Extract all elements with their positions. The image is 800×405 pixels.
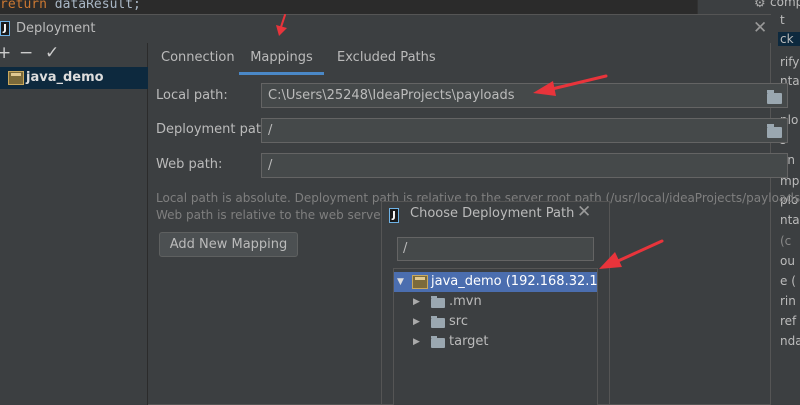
local-path-field[interactable]: C:\Users\25248\IdeaProjects\payloads [261,83,788,108]
tree-node[interactable]: ▶ target [394,332,597,352]
code-keyword: return [0,0,47,12]
tree-node[interactable]: ▶ .mvn [394,292,597,312]
sftp-server-icon [8,71,24,85]
tree-node-label: java_demo (192.168.32.130/u [431,274,598,289]
gear-icon[interactable]: ⚙ [754,0,766,11]
tree-node-label: .mvn [449,294,482,309]
tree-node[interactable]: ▶ src [394,312,597,332]
path-input[interactable]: / [397,237,594,261]
add-new-mapping-button[interactable]: Add New Mapping [159,232,298,257]
add-server-button[interactable]: + [0,43,11,63]
panel-fragment: nta [780,213,800,227]
code-editor[interactable]: return dataResult; [0,0,697,14]
tab-connection[interactable]: Connection [161,43,235,75]
tree-node-label: target [449,334,489,349]
tree-node-label: src [449,314,468,329]
web-path-field[interactable]: / [261,153,788,178]
remote-folder-tree: ▼ java_demo (192.168.32.130/u ▶ .mvn ▶ s… [393,268,598,405]
panel-fragment: ou [780,254,795,268]
dialog-title: Choose Deployment Path [410,206,575,221]
local-path-label: Local path: [156,88,228,103]
deployment-path-field[interactable]: / [261,118,788,143]
dialog-title-bar[interactable]: J Deployment ✕ [0,15,771,43]
intellij-app-icon: J [0,21,10,36]
code-line: return dataResult; [0,0,141,12]
panel-fragment: ck [778,32,800,46]
code-text: dataResult; [46,0,141,12]
deployment-path-label: Deployment path: [156,122,274,137]
panel-fragment: t [780,13,785,27]
apply-button[interactable]: ✓ [45,43,59,63]
remove-server-button[interactable]: − [19,43,33,63]
server-name: java_demo [26,70,104,85]
chevron-right-icon[interactable]: ▶ [413,312,420,332]
panel-fragment: e ( [780,274,796,288]
browse-folder-icon[interactable] [767,124,782,138]
sftp-server-icon [412,275,428,289]
chevron-right-icon[interactable]: ▶ [413,332,420,352]
panel-fragment: rify [780,55,800,69]
folder-icon [431,336,445,348]
intellij-app-icon: J [389,208,399,223]
choose-deployment-path-dialog: J Choose Deployment Path ✕ / ▼ java_demo… [381,201,610,405]
folder-icon [431,316,445,328]
folder-icon [431,296,445,308]
dialog-title: Deployment [16,21,96,36]
panel-fragment: (c [780,234,792,248]
panel-fragment: rin [780,294,796,308]
chevron-down-icon[interactable]: ▼ [397,272,404,292]
panel-fragment: nda [780,334,800,348]
close-icon[interactable]: ✕ [753,18,767,38]
chevron-right-icon[interactable]: ▶ [413,292,420,312]
panel-header: comp [770,0,800,9]
tree-node-root[interactable]: ▼ java_demo (192.168.32.130/u [394,272,598,292]
browse-folder-icon[interactable] [767,90,782,104]
panel-fragment: ref [780,314,797,328]
tab-excluded-paths[interactable]: Excluded Paths [337,43,436,75]
screen: return dataResult; ⚙ comp t ck rify nta … [0,0,800,405]
close-icon[interactable]: ✕ [577,202,591,222]
server-list-pane: + − ✓ java_demo [0,43,148,405]
web-path-label: Web path: [156,157,223,172]
server-list-item[interactable]: java_demo [0,67,148,89]
tab-mappings[interactable]: Mappings [239,43,324,75]
